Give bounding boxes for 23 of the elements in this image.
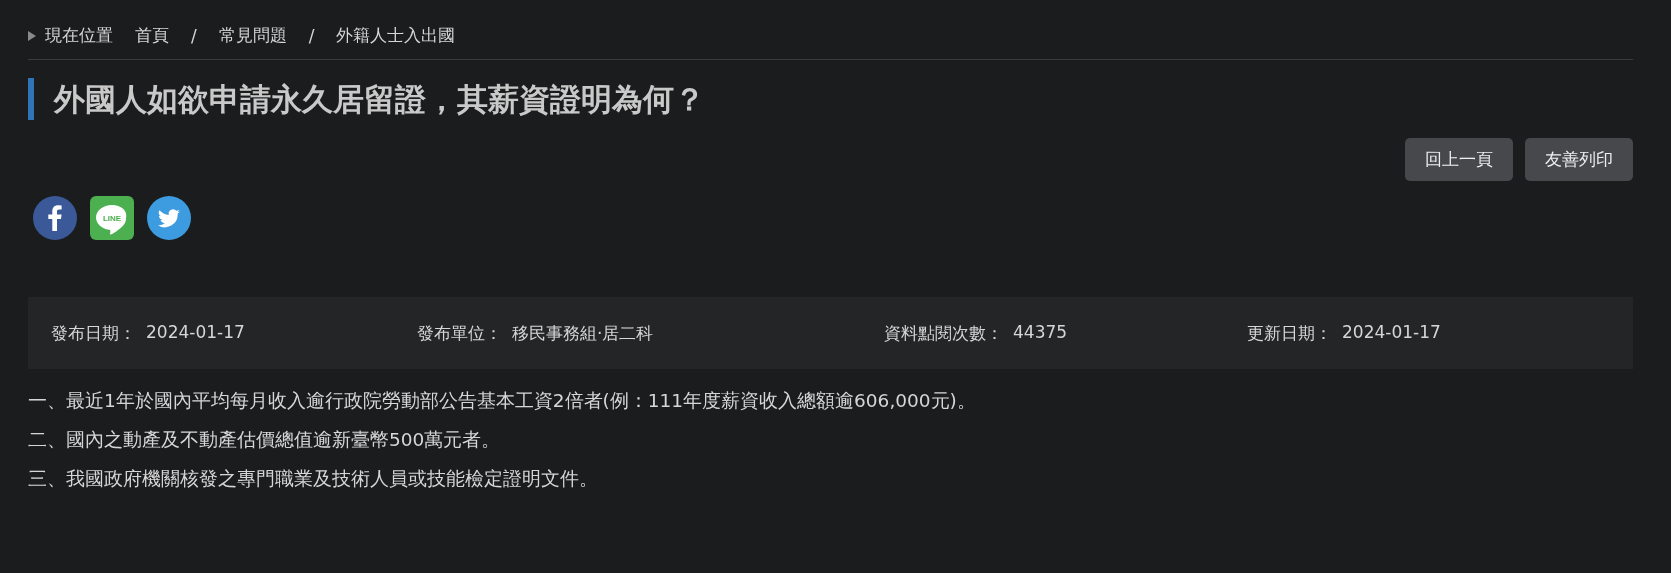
- triangle-icon: [28, 30, 36, 41]
- answer-paragraph: 三、我國政府機關核發之專門職業及技術人員或技能檢定證明文件。: [28, 467, 599, 491]
- info-value: 44375: [1013, 321, 1068, 344]
- breadcrumb-separator: /: [308, 25, 315, 46]
- facebook-icon[interactable]: [33, 196, 77, 240]
- info-value: 2024-01-17: [146, 321, 245, 344]
- answer-paragraph: 二、國內之動產及不動產估價總值逾新臺幣500萬元者。: [28, 428, 502, 452]
- breadcrumb-link[interactable]: 外籍人士入出國: [336, 24, 456, 47]
- breadcrumb-label: 現在位置: [45, 24, 113, 47]
- info-label: 發布單位：: [417, 321, 502, 345]
- info-label: 發布日期：: [51, 321, 136, 345]
- action-button[interactable]: 回上一頁: [1405, 138, 1513, 181]
- answer-paragraph: 一、最近1年於國內平均每月收入逾行政院勞動部公告基本工資2倍者(例：111年度薪資收入總額逾606,000元)。: [28, 389, 977, 413]
- action-button[interactable]: 友善列印: [1525, 138, 1633, 181]
- twitter-bird-icon[interactable]: [147, 196, 191, 240]
- breadcrumb-link[interactable]: 常見問題: [218, 24, 287, 47]
- page-title: 外國人如欲申請永久居留證，其薪資證明為何？: [28, 78, 1633, 120]
- info-label: 資料點閱次數：: [884, 321, 1003, 345]
- info-label: 更新日期：: [1247, 321, 1332, 345]
- breadcrumb-link[interactable]: 首頁: [135, 24, 169, 47]
- info-value: 移民事務組‧居二科: [512, 321, 654, 345]
- breadcrumb-separator: /: [191, 25, 197, 46]
- info-value: 2024-01-17: [1342, 321, 1441, 344]
